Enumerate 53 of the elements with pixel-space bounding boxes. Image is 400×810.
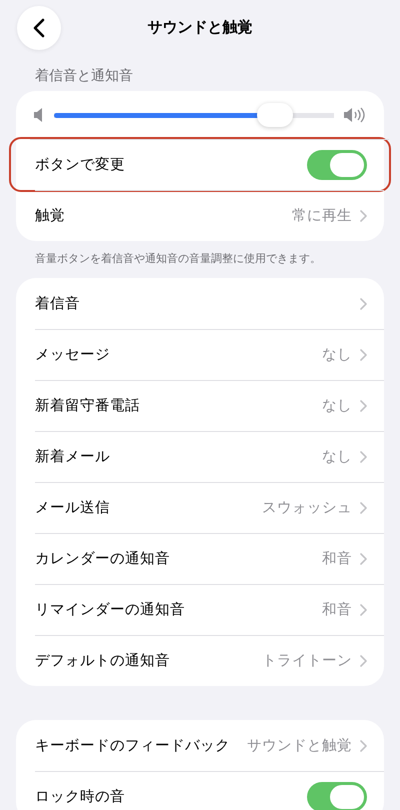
chevron-icon xyxy=(360,654,367,666)
chevron-icon xyxy=(360,502,367,514)
row-value: サウンドと触覚 xyxy=(247,736,352,755)
row-label: 触覚 xyxy=(35,206,65,225)
chevron-icon xyxy=(360,604,367,616)
settings-row[interactable]: 新着留守番電話 なし xyxy=(16,380,384,431)
row-label: カレンダーの通知音 xyxy=(35,550,170,568)
row-label: リマインダーの通知音 xyxy=(35,600,185,619)
chevron-icon xyxy=(360,348,367,360)
row-value: スウォッシュ xyxy=(262,499,352,517)
back-button[interactable] xyxy=(17,6,61,50)
speaker-low-icon xyxy=(34,108,44,122)
row-label: メッセージ xyxy=(35,346,110,364)
settings-row[interactable]: 新着メール なし xyxy=(16,431,384,482)
row-label: ロック時の音 xyxy=(35,788,125,806)
chevron-icon xyxy=(360,552,367,564)
settings-row[interactable]: カレンダーの通知音 和音 xyxy=(16,533,384,584)
row-value: なし xyxy=(322,397,352,415)
row-label: メール送信 xyxy=(35,499,110,517)
chevron-icon xyxy=(360,450,367,462)
toggle-switch[interactable] xyxy=(307,782,367,810)
toggle-switch[interactable] xyxy=(307,150,367,180)
row-value: 和音 xyxy=(322,550,352,568)
section-header: 着信音と通知音 xyxy=(34,67,134,86)
settings-row[interactable]: 着信音 xyxy=(16,278,384,329)
chevron-icon xyxy=(360,210,367,222)
row-label: キーボードのフィードバック xyxy=(35,737,230,755)
settings-row[interactable]: メール送信 スウォッシュ xyxy=(16,482,384,533)
settings-row[interactable]: 触覚 常に再生 xyxy=(16,190,384,241)
row-value: 常に再生 xyxy=(292,207,352,225)
chevron-icon xyxy=(360,400,367,412)
row-label: 新着留守番電話 xyxy=(35,396,140,415)
speaker-loud-icon xyxy=(344,107,366,123)
settings-row[interactable]: リマインダーの通知音 和音 xyxy=(16,584,384,635)
back-icon xyxy=(33,18,45,38)
row-value: トライトーン xyxy=(262,652,352,670)
highlight-frame[interactable]: ボタンで変更 xyxy=(11,139,389,190)
row-label: ボタンで変更 xyxy=(35,156,125,174)
row-value: 和音 xyxy=(322,600,352,619)
row-value: なし xyxy=(322,448,352,466)
chevron-icon xyxy=(360,740,367,752)
row-label: デフォルトの通知音 xyxy=(35,652,170,670)
settings-row[interactable]: デフォルトの通知音 トライトーン xyxy=(16,635,384,686)
row-label: 着信音 xyxy=(35,294,80,313)
page-title: サウンドと触覚 xyxy=(146,18,254,37)
row-value: なし xyxy=(322,346,352,364)
footnote: 音量ボタンを着信音や通知音の音量調整に使用できます。 xyxy=(34,251,322,267)
settings-row[interactable]: キーボードのフィードバック サウンドと触覚 xyxy=(16,720,384,771)
settings-row[interactable]: メッセージ なし xyxy=(16,329,384,380)
slider-thumb[interactable] xyxy=(257,103,294,127)
settings-row[interactable]: ロック時の音 xyxy=(16,771,384,810)
row-label: 新着メール xyxy=(35,448,110,466)
chevron-icon xyxy=(360,298,367,310)
